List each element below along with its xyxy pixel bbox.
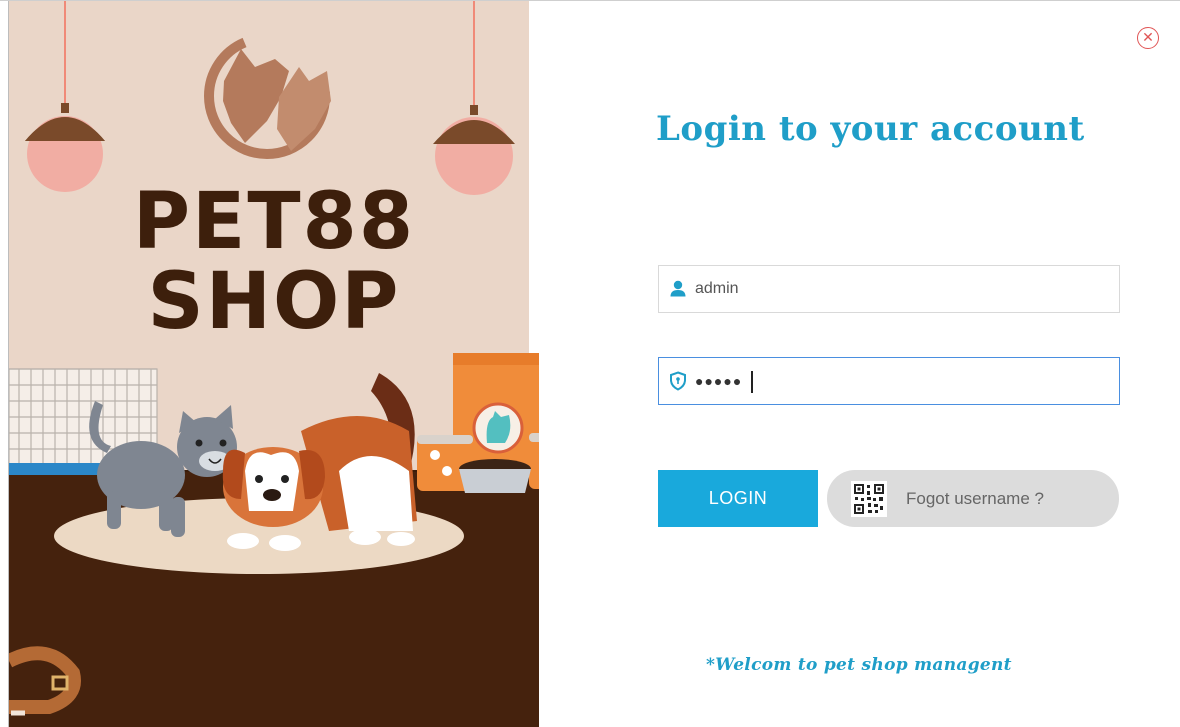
forgot-username-label: Fogot username ? [906, 489, 1044, 508]
user-icon [670, 280, 686, 297]
password-field[interactable] [658, 357, 1120, 405]
close-button[interactable]: ✕ [1137, 27, 1159, 49]
forgot-username-button[interactable]: Fogot username ? [827, 470, 1119, 527]
brand-name-line1: PET88 [132, 177, 416, 267]
login-window: PET88 SHOP ✕ Login to your account LOGIN [0, 0, 1180, 727]
username-field[interactable] [658, 265, 1120, 313]
username-input[interactable] [695, 266, 1095, 312]
brand-illustration: PET88 SHOP [9, 1, 539, 727]
close-icon: ✕ [1142, 29, 1154, 45]
pet-shop-illustration [9, 1, 539, 727]
shield-icon [670, 371, 686, 391]
page-title: Login to your account [656, 109, 1085, 149]
password-input[interactable] [695, 358, 1095, 404]
brand-name-line2: SHOP [147, 257, 401, 347]
text-cursor [751, 371, 753, 393]
qr-code-icon [851, 481, 887, 517]
login-button[interactable]: LOGIN [658, 470, 818, 527]
welcome-message: *Welcom to pet shop managent [706, 655, 1012, 675]
